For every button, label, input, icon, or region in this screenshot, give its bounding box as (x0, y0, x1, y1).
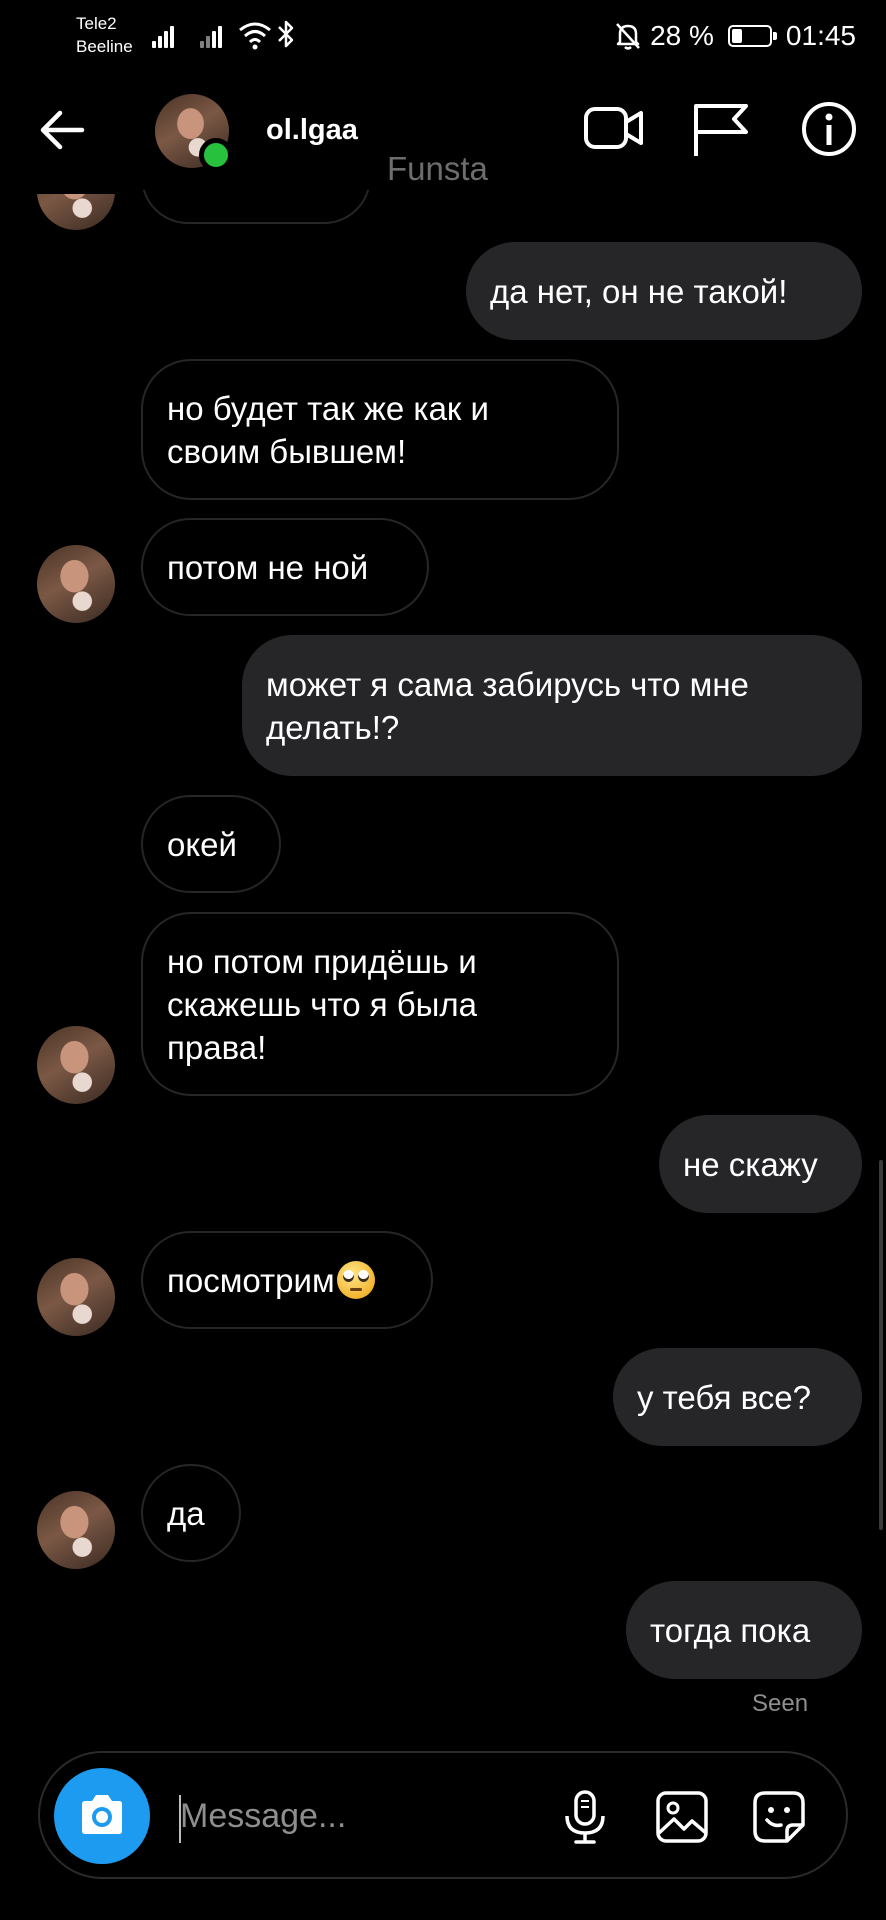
outgoing-message-bubble[interactable]: не скажу (659, 1115, 862, 1213)
sticker-button[interactable] (751, 1789, 807, 1845)
carrier-names: Tele2 Beeline (76, 12, 133, 58)
signal-icon (200, 22, 228, 48)
message-text: посмотрим (167, 1261, 335, 1299)
scrollbar[interactable] (879, 1160, 883, 1530)
camera-button[interactable] (54, 1768, 150, 1864)
contact-avatar-small (37, 1491, 115, 1569)
status-right: 28 % 01:45 (614, 16, 856, 56)
outgoing-message-bubble[interactable]: может я сама забирусь что мне делать!? (242, 635, 862, 776)
notifications-off-icon (616, 23, 641, 50)
signal-icon (152, 22, 180, 48)
report-button[interactable] (690, 100, 752, 158)
account-subtitle: Funsta (387, 150, 488, 187)
carrier-1: Tele2 (76, 14, 117, 33)
online-status-indicator (199, 138, 233, 172)
gallery-button[interactable] (654, 1789, 710, 1845)
incoming-message-bubble[interactable]: потом не ной (141, 518, 429, 616)
sticker-icon (753, 1791, 805, 1843)
microphone-icon (565, 1790, 605, 1844)
incoming-message-bubble[interactable]: окей (141, 795, 281, 893)
voice-message-button[interactable] (557, 1789, 613, 1845)
image-icon (656, 1791, 708, 1843)
outgoing-message-bubble[interactable]: да нет, он не такой! (466, 242, 862, 340)
carrier-2: Beeline (76, 37, 133, 56)
incoming-message-bubble[interactable]: но потом придёшь и скажешь что я была пр… (141, 912, 619, 1096)
message-input[interactable] (178, 1783, 542, 1849)
battery-icon (727, 25, 777, 47)
clock: 01:45 (785, 20, 856, 51)
info-icon (802, 102, 856, 156)
battery-percent: 28 % (650, 20, 714, 51)
incoming-message-bubble[interactable]: посмотрим (141, 1231, 433, 1329)
message-composer (38, 1751, 848, 1879)
flag-icon (694, 104, 748, 156)
video-call-button[interactable] (583, 100, 645, 158)
contact-avatar-small (37, 545, 115, 623)
outgoing-message-bubble[interactable]: у тебя все? (613, 1348, 862, 1446)
arrow-left-icon (40, 110, 85, 150)
contact-username[interactable]: ol.lgaa (266, 114, 358, 147)
contact-avatar-small (37, 1026, 115, 1104)
face-with-rolling-eyes-emoji (336, 1261, 375, 1299)
incoming-message-bubble[interactable]: но будет так же как и своим бывшем! (141, 359, 619, 500)
bluetooth-icon (278, 20, 294, 48)
text-caret (179, 1795, 181, 1843)
status-bar: Tele2 Beeline 28 % 01:45 (0, 0, 886, 70)
contact-avatar-small (37, 1258, 115, 1336)
conversation-info-button[interactable] (798, 100, 860, 158)
incoming-message-bubble[interactable]: да (141, 1464, 241, 1562)
video-camera-icon (584, 107, 643, 149)
battery-level (731, 29, 742, 43)
outgoing-message-bubble[interactable]: тогда пока (626, 1581, 862, 1679)
back-button[interactable] (38, 108, 86, 152)
direct-message-screen: Tele2 Beeline 28 % 01:45 ol.lgaa Funsta … (0, 0, 886, 1920)
camera-icon (82, 1795, 122, 1834)
seen-receipt: Seen (752, 1690, 809, 1717)
wifi-icon (239, 22, 271, 50)
